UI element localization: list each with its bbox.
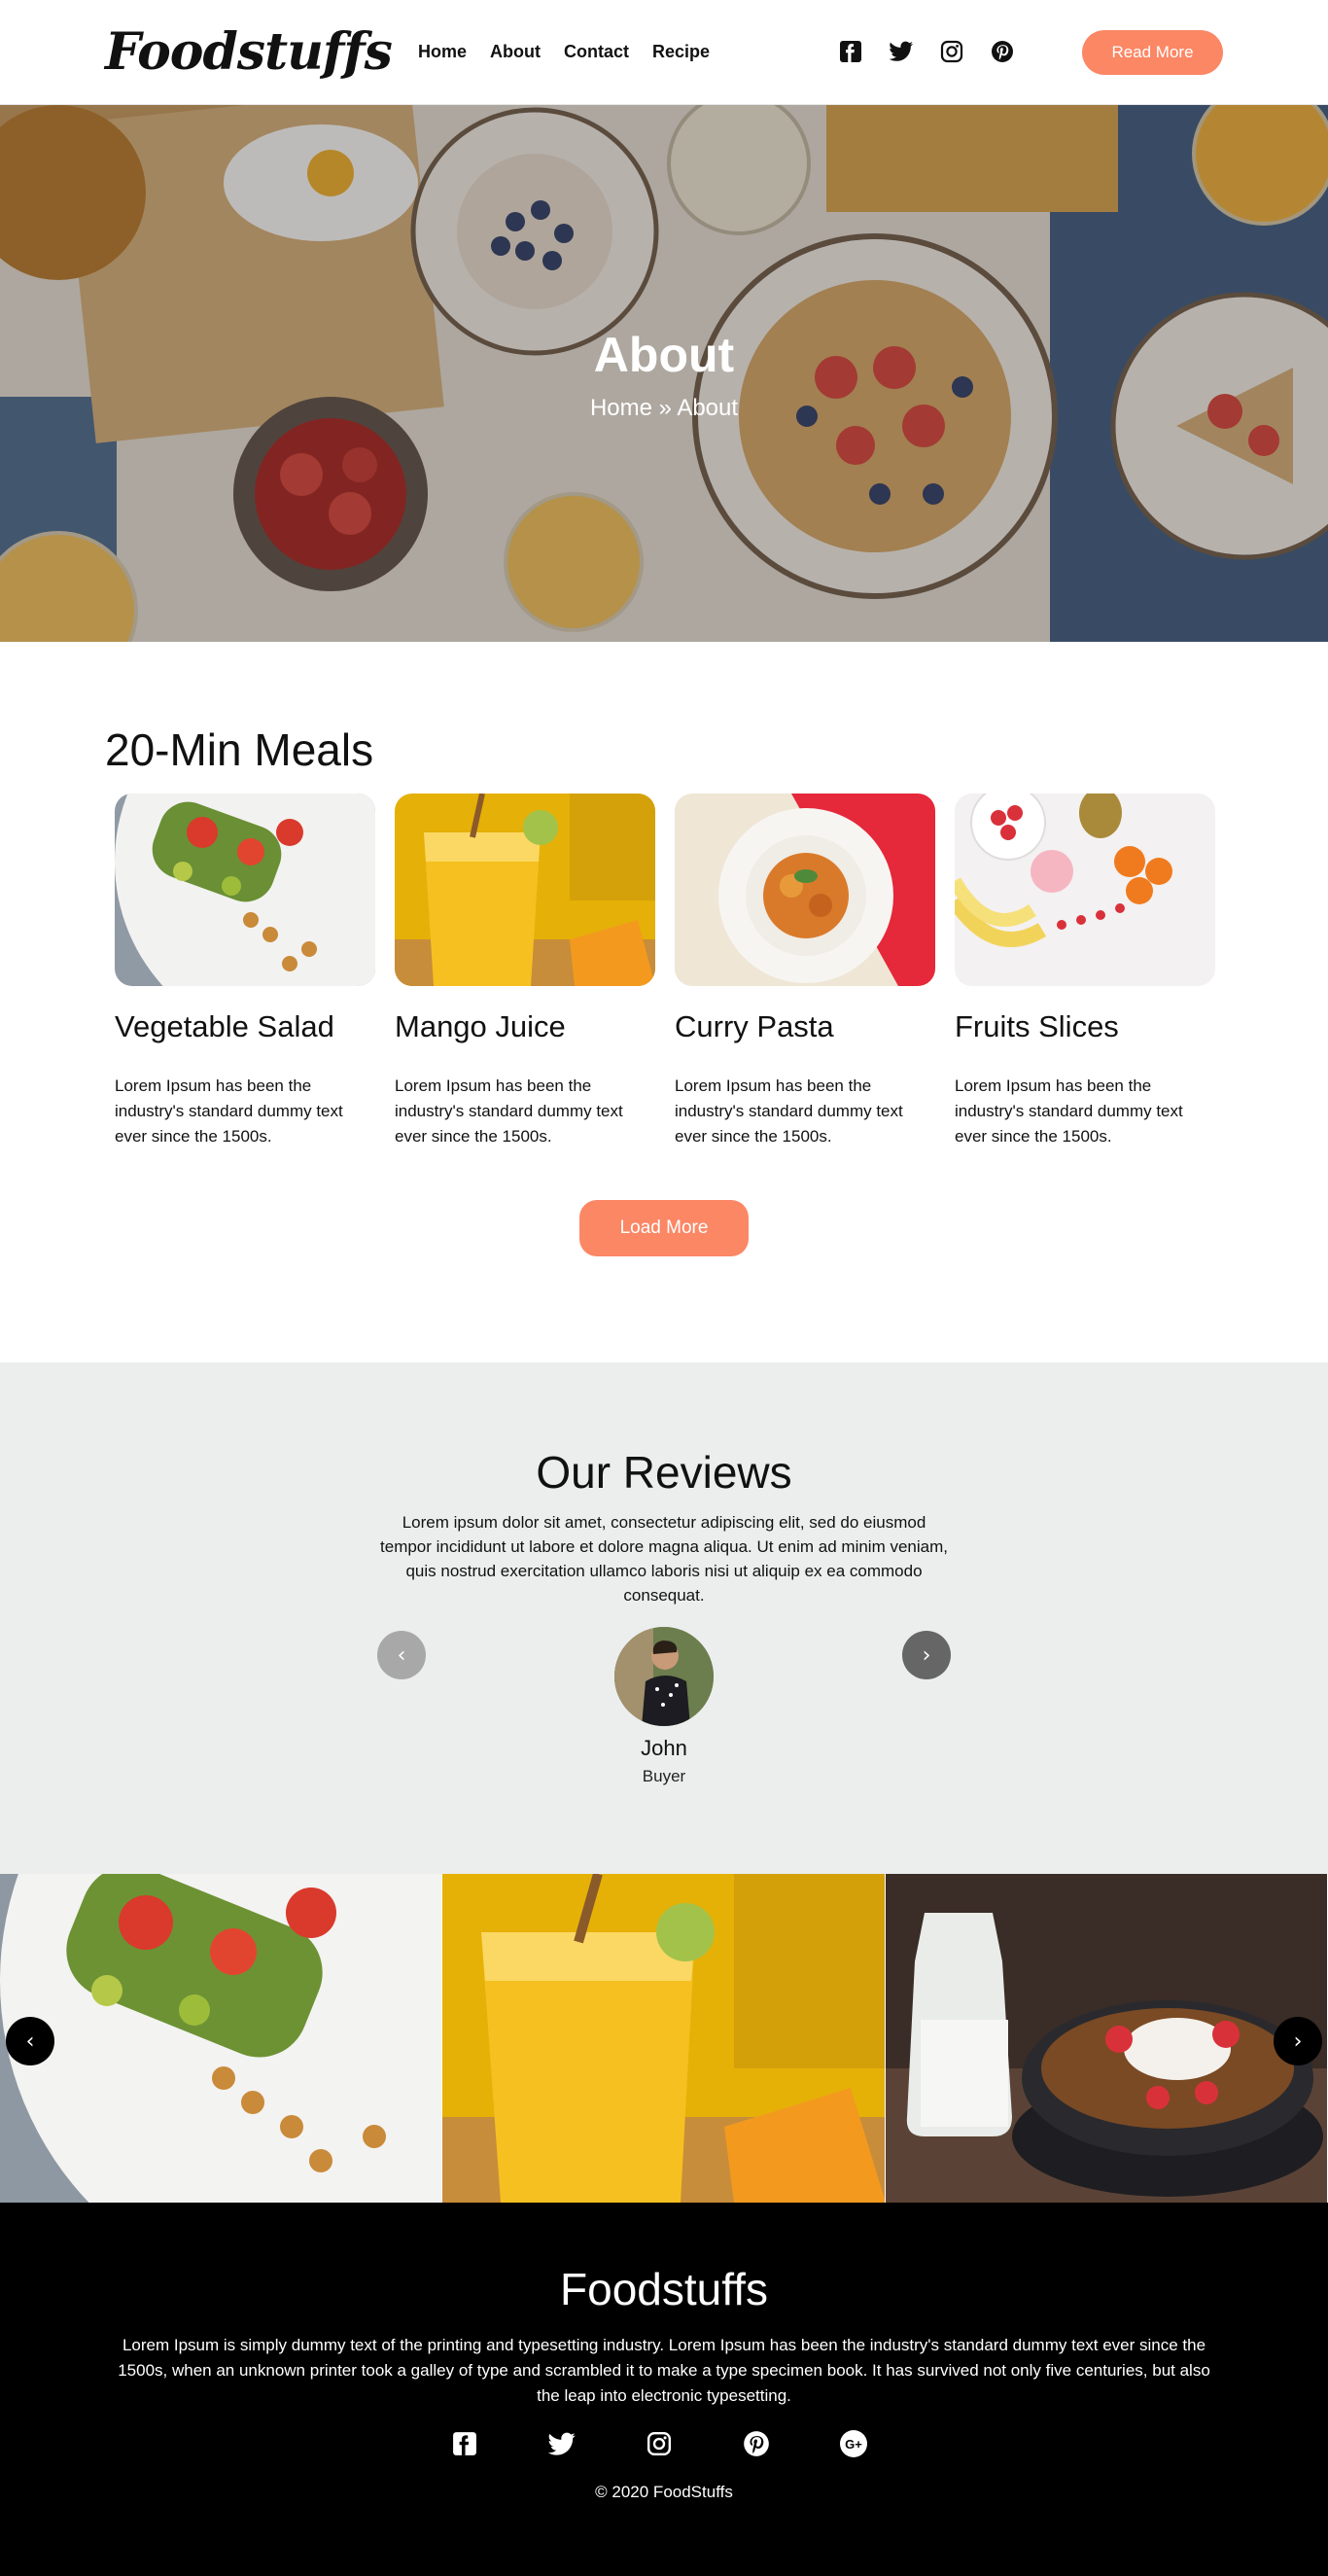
copyright: © 2020 FoodStuffs xyxy=(595,2483,733,2501)
gallery-item-juice[interactable] xyxy=(442,1874,886,2203)
reviews-title: Our Reviews xyxy=(536,1447,792,1498)
card-title: Curry Pasta xyxy=(675,1009,834,1043)
fruits-slices-image xyxy=(955,794,1215,986)
card-text: Lorem Ipsum has been the industry's stan… xyxy=(955,1076,1183,1146)
hero-banner: About Home » About xyxy=(0,105,1328,642)
review-next-button[interactable]: › xyxy=(902,1631,951,1679)
header-social-links xyxy=(834,35,1019,68)
twitter-icon[interactable] xyxy=(885,35,918,68)
facebook-square-icon[interactable] xyxy=(834,35,867,68)
meal-card[interactable]: Vegetable Salad Lorem Ipsum has been the… xyxy=(115,794,375,1149)
mango-juice-image xyxy=(395,794,655,986)
gallery-next-button[interactable]: › xyxy=(1274,2017,1322,2065)
page-title: About xyxy=(593,328,735,382)
read-more-button[interactable]: Read More xyxy=(1082,30,1223,75)
facebook-square-icon[interactable] xyxy=(449,2428,480,2459)
reviewer-role: Buyer xyxy=(642,1767,686,1785)
pinterest-icon[interactable] xyxy=(986,35,1019,68)
card-text: Lorem Ipsum has been the industry's stan… xyxy=(675,1076,903,1146)
nav-link-about[interactable]: About xyxy=(490,37,541,66)
svg-text:G+: G+ xyxy=(845,2437,862,2452)
meal-card[interactable]: Mango Juice Lorem Ipsum has been the ind… xyxy=(395,794,655,1149)
instagram-icon[interactable] xyxy=(644,2428,675,2459)
footer-brand: Foodstuffs xyxy=(560,2264,768,2314)
breadcrumb[interactable]: Home » About xyxy=(0,395,1328,422)
load-more-button[interactable]: Load More xyxy=(579,1200,749,1256)
card-text: Lorem Ipsum has been the industry's stan… xyxy=(115,1076,343,1146)
footer-social-links: G+ xyxy=(449,2428,869,2459)
gallery-prev-button[interactable]: ‹ xyxy=(6,2017,54,2065)
main-nav: Home About Contact Recipe xyxy=(418,37,710,66)
meals-section-title: 20-Min Meals xyxy=(105,724,374,775)
twitter-icon[interactable] xyxy=(546,2428,577,2459)
gallery-item-yogurt[interactable] xyxy=(885,1874,1328,2203)
meal-cards: Vegetable Salad Lorem Ipsum has been the… xyxy=(115,794,1215,1149)
vegetable-salad-image xyxy=(115,794,375,986)
meal-card[interactable]: Curry Pasta Lorem Ipsum has been the ind… xyxy=(675,794,935,1149)
review-text: Lorem ipsum dolor sit amet, consectetur … xyxy=(380,1513,948,1605)
footer-text: Lorem Ipsum is simply dummy text of the … xyxy=(118,2336,1210,2405)
card-title: Vegetable Salad xyxy=(115,1009,334,1043)
gallery-item-salad[interactable] xyxy=(0,1874,443,2203)
instagram-icon[interactable] xyxy=(935,35,968,68)
card-text: Lorem Ipsum has been the industry's stan… xyxy=(395,1076,623,1146)
site-footer: Foodstuffs Lorem Ipsum is simply dummy t… xyxy=(0,2203,1328,2576)
site-header: Foodstuffs Home About Contact Recipe Rea… xyxy=(0,0,1328,105)
image-gallery xyxy=(0,1874,1328,2203)
nav-link-home[interactable]: Home xyxy=(418,37,467,66)
google-plus-icon[interactable]: G+ xyxy=(838,2428,869,2459)
site-logo[interactable]: Foodstuffs xyxy=(105,21,393,84)
curry-pasta-image xyxy=(675,794,935,986)
pinterest-icon[interactable] xyxy=(741,2428,772,2459)
avatar xyxy=(614,1627,714,1726)
nav-link-contact[interactable]: Contact xyxy=(564,37,629,66)
card-title: Fruits Slices xyxy=(955,1009,1119,1043)
nav-link-recipe[interactable]: Recipe xyxy=(652,37,710,66)
reviews-section: Our Reviews Lorem ipsum dolor sit amet, … xyxy=(0,1362,1328,1874)
card-title: Mango Juice xyxy=(395,1009,566,1043)
meal-card[interactable]: Fruits Slices Lorem Ipsum has been the i… xyxy=(955,794,1215,1149)
review-prev-button[interactable]: ‹ xyxy=(377,1631,426,1679)
reviewer-name: John xyxy=(641,1736,687,1760)
